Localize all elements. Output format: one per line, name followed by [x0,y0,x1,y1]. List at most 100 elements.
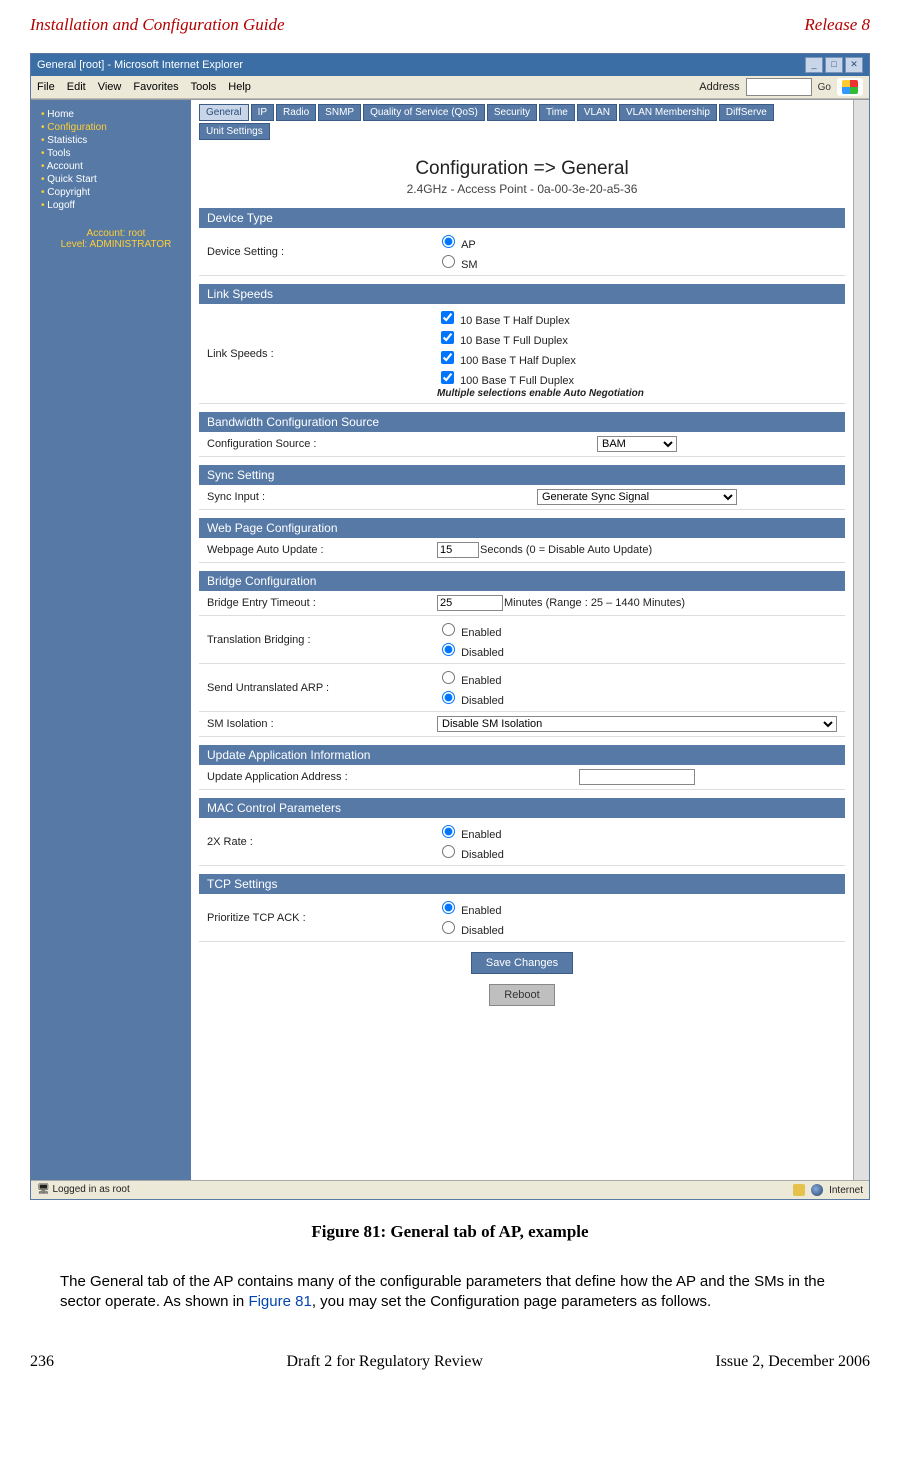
ls-10full-check[interactable] [441,331,454,344]
link-speeds-note: Multiple selections enable Auto Negotiat… [437,388,837,399]
tcp-disabled-radio[interactable] [442,921,455,934]
sidebar-item-logoff[interactable]: Logoff [41,199,191,212]
2x-enabled-radio[interactable] [442,825,455,838]
tab-qos[interactable]: Quality of Service (QoS) [363,104,485,121]
go-button[interactable]: Go [818,82,831,93]
tab-vlan[interactable]: VLAN [577,104,617,121]
footer-right: Issue 2, December 2006 [715,1353,870,1371]
2x-disabled-radio[interactable] [442,845,455,858]
doc-header-right: Release 8 [804,15,870,35]
bridge-entry-timeout-input[interactable] [437,595,503,611]
tab-ip[interactable]: IP [251,104,274,121]
windows-flag-icon [837,78,863,96]
webpage-auto-update-input[interactable] [437,542,479,558]
globe-icon [811,1184,823,1196]
menu-edit[interactable]: Edit [67,81,86,93]
tab-snmp[interactable]: SNMP [318,104,361,121]
menu-help[interactable]: Help [228,81,251,93]
config-source-label: Configuration Source : [207,438,437,450]
menu-file[interactable]: File [37,81,55,93]
sidebar-item-tools[interactable]: Tools [41,147,191,160]
close-icon[interactable]: ✕ [845,57,863,73]
ls-100full-check[interactable] [441,371,454,384]
sm-isolation-select[interactable]: Disable SM Isolation [437,716,837,732]
lock-icon [793,1184,805,1196]
bridge-entry-timeout-label: Bridge Entry Timeout : [207,597,437,609]
minimize-icon[interactable]: _ [805,57,823,73]
figure-ref-link[interactable]: Figure 81 [248,1293,311,1310]
section-bridge: Bridge Configuration [199,571,845,591]
section-mac: MAC Control Parameters [199,798,845,818]
arp-enabled-radio[interactable] [442,671,455,684]
sidebar-item-copyright[interactable]: Copyright [41,186,191,199]
window-title: General [root] - Microsoft Internet Expl… [37,59,243,71]
page-title: Configuration => General [199,150,845,182]
tabs: General IP Radio SNMP Quality of Service… [199,104,845,140]
menubar: File Edit View Favorites Tools Help Addr… [31,76,869,99]
section-link-speeds: Link Speeds [199,284,845,304]
tab-general[interactable]: General [199,104,249,121]
device-setting-label: Device Setting : [207,246,437,258]
config-source-select[interactable]: BAM [597,436,677,452]
tab-time[interactable]: Time [539,104,575,121]
page-number: 236 [30,1353,54,1371]
tab-diffserve[interactable]: DiffServe [719,104,774,121]
sidebar: Home Configuration Statistics Tools Acco… [31,100,191,1180]
tab-radio[interactable]: Radio [276,104,316,121]
update-app-address-label: Update Application Address : [207,771,437,783]
prioritize-tcp-ack-label: Prioritize TCP ACK : [207,912,437,924]
section-device-type: Device Type [199,208,845,228]
update-app-address-input[interactable] [579,769,695,785]
browser-window: General [root] - Microsoft Internet Expl… [30,53,870,1200]
menu-view[interactable]: View [98,81,122,93]
bridge-entry-timeout-suffix: Minutes (Range : 25 – 1440 Minutes) [504,597,685,609]
tab-security[interactable]: Security [487,104,537,121]
sync-input-select[interactable]: Generate Sync Signal [537,489,737,505]
main-panel: General IP Radio SNMP Quality of Service… [191,100,853,1180]
status-right: Internet [829,1185,863,1196]
translation-bridging-label: Translation Bridging : [207,634,437,646]
section-webpage: Web Page Configuration [199,518,845,538]
titlebar: General [root] - Microsoft Internet Expl… [31,54,869,76]
device-ap-radio[interactable] [442,235,455,248]
trans-enabled-radio[interactable] [442,623,455,636]
section-sync: Sync Setting [199,465,845,485]
sync-input-label: Sync Input : [207,491,437,503]
tab-unit-settings[interactable]: Unit Settings [199,123,270,140]
webpage-auto-update-suffix: Seconds (0 = Disable Auto Update) [480,544,652,556]
page-subtitle: 2.4GHz - Access Point - 0a-00-3e-20-a5-3… [199,182,845,208]
status-left: Logged in as root [52,1184,129,1195]
menu-tools[interactable]: Tools [191,81,217,93]
save-changes-button[interactable]: Save Changes [471,952,573,974]
section-tcp: TCP Settings [199,874,845,894]
statusbar: 🖥 Logged in as root Internet [31,1180,869,1199]
2x-rate-label: 2X Rate : [207,836,437,848]
tab-vlan-membership[interactable]: VLAN Membership [619,104,717,121]
arp-disabled-radio[interactable] [442,691,455,704]
sm-isolation-label: SM Isolation : [207,718,437,730]
sidebar-account-info: Account: root Level: ADMINISTRATOR [41,228,191,250]
section-update-app: Update Application Information [199,745,845,765]
link-speeds-label: Link Speeds : [207,348,437,360]
maximize-icon[interactable]: □ [825,57,843,73]
sidebar-item-quickstart[interactable]: Quick Start [41,173,191,186]
menu-favorites[interactable]: Favorites [133,81,178,93]
address-input[interactable] [746,78,812,96]
device-sm-radio[interactable] [442,255,455,268]
trans-disabled-radio[interactable] [442,643,455,656]
sidebar-item-configuration[interactable]: Configuration [41,121,191,134]
sidebar-item-statistics[interactable]: Statistics [41,134,191,147]
reboot-button[interactable]: Reboot [489,984,554,1006]
send-untranslated-arp-label: Send Untranslated ARP : [207,682,437,694]
footer-center: Draft 2 for Regulatory Review [286,1353,482,1371]
webpage-auto-update-label: Webpage Auto Update : [207,544,437,556]
body-paragraph: The General tab of the AP contains many … [30,1272,870,1313]
section-bw-config: Bandwidth Configuration Source [199,412,845,432]
ls-10half-check[interactable] [441,311,454,324]
sidebar-item-account[interactable]: Account [41,160,191,173]
ls-100half-check[interactable] [441,351,454,364]
sidebar-item-home[interactable]: Home [41,108,191,121]
doc-header-left: Installation and Configuration Guide [30,15,285,35]
tcp-enabled-radio[interactable] [442,901,455,914]
scrollbar[interactable] [853,100,869,1180]
